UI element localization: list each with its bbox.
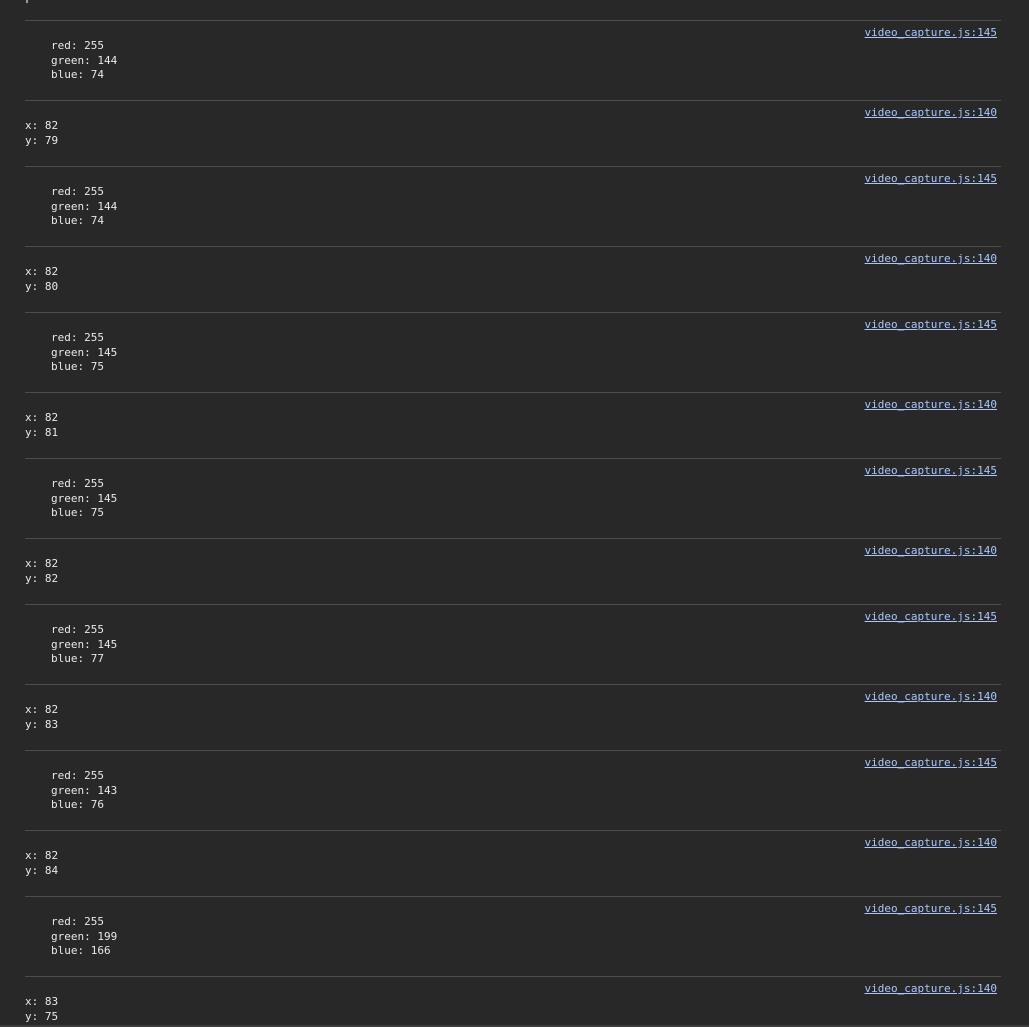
x-value: x: 83 [25,995,59,1008]
log-entry-xy: video_capture.js:140 x: 82 y: 81 [25,392,1001,458]
green-value: green: 145 [51,637,118,651]
log-entry-rgb: video_capture.js:145 red: 255 green: 144 b… [25,20,1001,100]
log-object: red: 255 green: 143 blue: 76 [51,769,117,813]
x-value: x: 82 [25,411,59,424]
source-link[interactable]: video_capture.js:140 [865,398,997,412]
log-entry-rgb: video_capture.js:145 red: 255 green: 144 b… [25,166,1001,246]
x-value: x: 82 [25,849,59,862]
log-object: red: 255 green: 145 blue: 75 [51,331,117,375]
log-entry-xy: video_capture.js:140 x: 82 y: 80 [25,246,1001,312]
source-link[interactable]: video_capture.js:140 [865,544,997,558]
red-value: red: 255 [51,915,104,928]
log-entry-xy: video_capture.js:140 x: 82 y: 82 [25,538,1001,604]
green-value: green: 144 [51,53,118,67]
log-entry-xy: video_capture.js:140 x: 82 y: 83 [25,684,1001,750]
x-value: x: 82 [25,265,59,278]
y-value: y: 82 [25,571,59,585]
red-value: red: 255 [51,477,104,490]
source-link[interactable]: video_capture.js:145 [865,902,997,916]
blue-value: blue: 75 [51,506,104,519]
source-link[interactable]: video_capture.js:145 [865,756,997,770]
source-link[interactable]: video_capture.js:140 [865,836,997,850]
red-value: red: 255 [51,623,104,636]
blue-value: blue: 74 [51,68,104,81]
y-value: y: 80 [25,279,59,293]
log-object: red: 255 green: 145 blue: 75 [51,477,117,521]
previous-entry-tail [25,0,1001,20]
y-value: y: 75 [25,1009,59,1023]
log-entry-rgb: video_capture.js:145 red: 255 green: 145 b… [25,312,1001,392]
y-value: y: 79 [25,133,59,147]
source-link[interactable]: video_capture.js:140 [865,982,997,996]
source-link[interactable]: video_capture.js:145 [865,464,997,478]
blue-value: blue: 76 [51,798,104,811]
log-entry-rgb: video_capture.js:145 red: 255 green: 199 b… [25,896,1001,976]
console-log-panel: video_capture.js:145 red: 255 green: 144 b… [25,0,1001,1027]
source-link[interactable]: video_capture.js:145 [865,172,997,186]
red-value: red: 255 [51,39,104,52]
log-object: red: 255 green: 144 blue: 74 [51,39,117,83]
x-value: x: 82 [25,557,59,570]
log-object: x: 82 y: 80 [25,265,58,294]
blue-value: blue: 77 [51,652,104,665]
blue-value: blue: 166 [51,944,111,957]
source-link[interactable]: video_capture.js:145 [865,26,997,40]
log-object: x: 82 y: 81 [25,411,58,440]
truncated-text-mark [26,0,28,3]
source-link[interactable]: video_capture.js:140 [865,252,997,266]
log-entry-rgb: video_capture.js:145 red: 255 green: 143 b… [25,750,1001,830]
y-value: y: 84 [25,863,59,877]
x-value: x: 82 [25,703,59,716]
green-value: green: 145 [51,345,118,359]
log-entry-rgb: video_capture.js:145 red: 255 green: 145 b… [25,458,1001,538]
green-value: green: 143 [51,783,118,797]
red-value: red: 255 [51,769,104,782]
log-object: x: 83 y: 75 [25,995,58,1024]
log-entry-xy: video_capture.js:140 x: 82 y: 79 [25,100,1001,166]
log-entry-xy: video_capture.js:140 x: 82 y: 84 [25,830,1001,896]
log-entry-rgb: video_capture.js:145 red: 255 green: 145 b… [25,604,1001,684]
source-link[interactable]: video_capture.js:145 [865,610,997,624]
log-entry-xy: video_capture.js:140 x: 83 y: 75 [25,976,1001,1027]
log-object: x: 82 y: 79 [25,119,58,148]
log-object: red: 255 green: 145 blue: 77 [51,623,117,667]
green-value: green: 144 [51,199,118,213]
log-object: red: 255 green: 199 blue: 166 [51,915,117,959]
source-link[interactable]: video_capture.js:140 [865,690,997,704]
y-value: y: 81 [25,425,59,439]
blue-value: blue: 74 [51,214,104,227]
red-value: red: 255 [51,185,104,198]
log-object: x: 82 y: 83 [25,703,58,732]
green-value: green: 199 [51,929,118,943]
log-object: x: 82 y: 84 [25,849,58,878]
y-value: y: 83 [25,717,59,731]
green-value: green: 145 [51,491,118,505]
log-object: red: 255 green: 144 blue: 74 [51,185,117,229]
log-object: x: 82 y: 82 [25,557,58,586]
source-link[interactable]: video_capture.js:145 [865,318,997,332]
source-link[interactable]: video_capture.js:140 [865,106,997,120]
red-value: red: 255 [51,331,104,344]
x-value: x: 82 [25,119,59,132]
blue-value: blue: 75 [51,360,104,373]
